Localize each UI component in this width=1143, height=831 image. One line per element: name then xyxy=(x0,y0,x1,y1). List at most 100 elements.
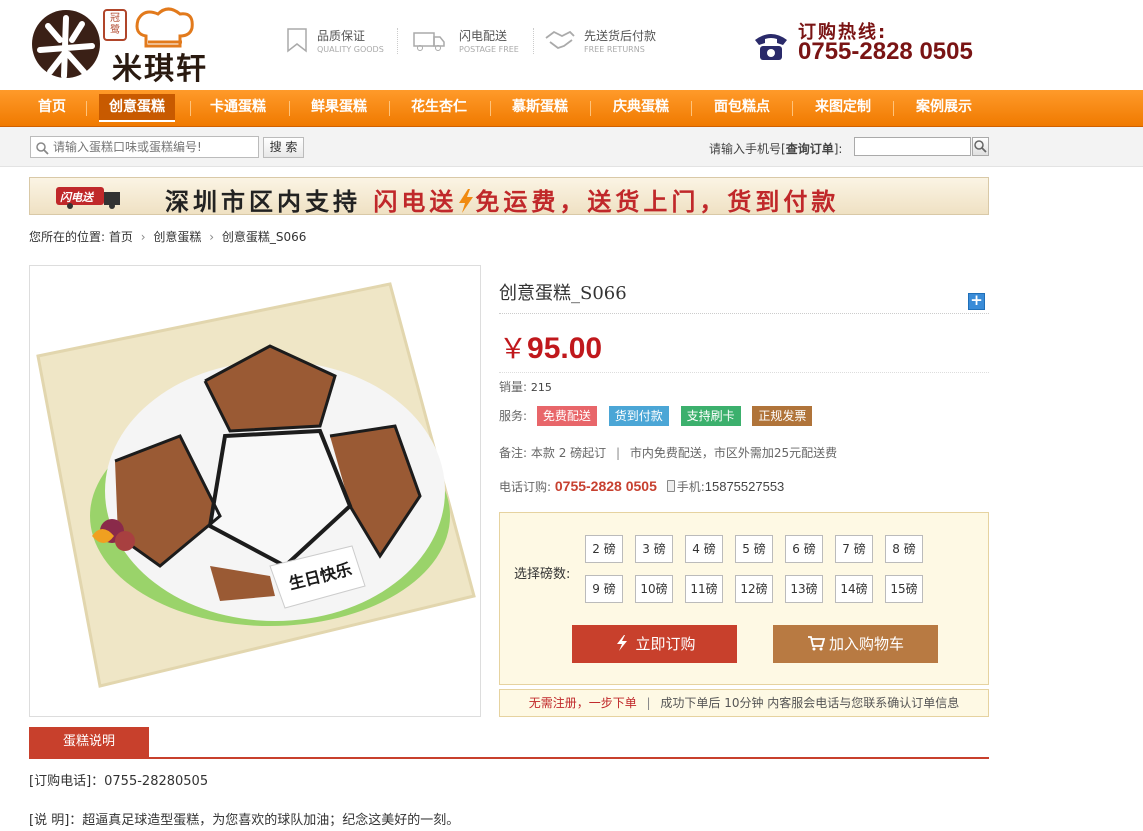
weight-option[interactable]: 6 磅 xyxy=(785,535,823,563)
buy-now-label: 立即订购 xyxy=(635,635,696,653)
feature-divider xyxy=(397,28,398,54)
weight-option[interactable]: 7 磅 xyxy=(835,535,873,563)
search-icon xyxy=(974,140,987,153)
order-search-button[interactable] xyxy=(972,137,989,156)
sales-value: 215 xyxy=(530,381,552,394)
feature-quality: 品质保证 QUALITY GOODS xyxy=(283,24,393,60)
nav-item-bread-pastry[interactable]: 面包糕点 xyxy=(701,90,783,126)
weight-option[interactable]: 4 磅 xyxy=(685,535,723,563)
nav-item-peanut-almond[interactable]: 花生杏仁 xyxy=(398,90,480,126)
mobile-value: 15875527553 xyxy=(704,479,785,494)
flash-delivery-logo: 闪电送 xyxy=(56,184,132,210)
nav-item-cases[interactable]: 案例展示 xyxy=(903,90,985,126)
search-box xyxy=(30,136,259,158)
sales-row: 销量: 215 xyxy=(499,378,552,395)
site-logo[interactable]: 冠鹭 米琪轩 xyxy=(30,6,235,87)
nav-divider xyxy=(490,101,491,116)
weight-option[interactable]: 8 磅 xyxy=(885,535,923,563)
weight-option[interactable]: 13磅 xyxy=(785,575,823,603)
order-phone-input[interactable] xyxy=(854,137,971,156)
weight-option[interactable]: 12磅 xyxy=(735,575,773,603)
chevron-right-icon: › xyxy=(140,230,146,244)
feature-subtitle: QUALITY GOODS xyxy=(317,45,384,54)
order-notice: 无需注册，一步下单 | 成功下单后 10分钟 内客服会电话与您联系确认订单信息 xyxy=(499,689,989,717)
site-header: 冠鹭 米琪轩 品质保证 QUALITY GOODS 闪电配送 POSTAGE F… xyxy=(0,0,1143,90)
mobile-label: 手机: xyxy=(676,480,705,494)
product-image[interactable]: 生日快乐 xyxy=(29,265,481,717)
buy-now-button[interactable]: 立即订购 xyxy=(572,625,737,663)
flash-delivery-logo-text: 闪电送 xyxy=(60,191,93,204)
delivery-banner[interactable]: 闪电送 深圳市区内支持 闪电送 免运费，送货上门，货到付款 xyxy=(29,177,989,216)
add-share-icon[interactable]: + xyxy=(968,293,985,310)
nav-divider xyxy=(590,101,591,116)
feature-delivery: 闪电配送 POSTAGE FREE xyxy=(413,24,523,60)
nav-divider xyxy=(190,101,191,116)
breadcrumb-current: 创意蛋糕_S066 xyxy=(221,230,307,244)
description-phone: [订购电话]：0755-28280505 xyxy=(29,774,209,789)
phone-row: 电话订购: 0755-2828 0505 手机:15875527553 xyxy=(499,478,784,495)
nav-divider xyxy=(289,101,290,116)
note-delivery: 市内免费配送，市区外需加25元配送费 xyxy=(629,446,838,460)
product-title: 创意蛋糕_S066 xyxy=(499,283,627,304)
nav-divider xyxy=(691,101,692,116)
hotline-number: 0755-2828 0505 xyxy=(798,38,973,65)
note-row: 备注: 本款 2 磅起订 | 市内免费配送，市区外需加25元配送费 xyxy=(499,444,837,461)
description-text: [说 明]：超逼真足球造型蛋糕，为您喜欢的球队加油；纪念这美好的一刻。 xyxy=(29,813,460,828)
service-badge-card: 支持刷卡 xyxy=(680,406,741,426)
bookmark-icon xyxy=(287,28,307,53)
nav-item-custom-photo[interactable]: 来图定制 xyxy=(802,90,884,126)
tab-cake-description[interactable]: 蛋糕说明 xyxy=(29,727,149,757)
notice-highlight: 无需注册，一步下单 xyxy=(528,696,637,710)
note-divider: | xyxy=(615,446,621,460)
weight-option[interactable]: 15磅 xyxy=(885,575,923,603)
feature-pay-after: 先送货后付款 FREE RETURNS xyxy=(544,24,674,60)
nav-divider xyxy=(389,101,390,116)
note-min-order: 本款 2 磅起订 xyxy=(530,446,607,460)
lightning-icon xyxy=(617,635,628,651)
mobile-phone-icon xyxy=(666,480,675,492)
weight-option[interactable]: 11磅 xyxy=(685,575,723,603)
note-label: 备注: xyxy=(499,446,528,460)
divider xyxy=(499,372,989,373)
lightning-icon xyxy=(459,189,474,213)
feature-title: 品质保证 xyxy=(317,29,366,43)
main-nav: 首页 创意蛋糕 卡通蛋糕 鲜果蛋糕 花生杏仁 慕斯蛋糕 庆典蛋糕 面包糕点 来图… xyxy=(0,90,1143,127)
nav-item-mousse-cake[interactable]: 慕斯蛋糕 xyxy=(499,90,581,126)
nav-item-home[interactable]: 首页 xyxy=(24,90,80,126)
weight-selector-box: 选择磅数: 2 磅 3 磅 4 磅 5 磅 6 磅 7 磅 8 磅 9 磅 10… xyxy=(499,512,989,685)
feature-divider xyxy=(533,28,534,54)
breadcrumb-category-link[interactable]: 创意蛋糕 xyxy=(153,230,201,244)
telephone-icon xyxy=(755,34,787,60)
search-button[interactable]: 搜 索 xyxy=(263,137,304,158)
nav-item-fruit-cake[interactable]: 鲜果蛋糕 xyxy=(298,90,380,126)
search-input[interactable] xyxy=(53,138,253,156)
order-query-label: 请输入手机号[查询订单]: xyxy=(709,142,843,156)
sales-label: 销量: xyxy=(499,380,528,394)
breadcrumb-home-link[interactable]: 首页 xyxy=(109,230,133,244)
nav-item-creative-cake[interactable]: 创意蛋糕 xyxy=(96,90,178,126)
phone-label: 电话订购: xyxy=(499,480,552,494)
feature-subtitle: POSTAGE FREE xyxy=(459,45,519,54)
nav-item-cartoon-cake[interactable]: 卡通蛋糕 xyxy=(197,90,279,126)
phone-value: 0755-2828 0505 xyxy=(554,478,657,494)
feature-subtitle: FREE RETURNS xyxy=(584,45,645,54)
weight-option[interactable]: 3 磅 xyxy=(635,535,673,563)
add-to-cart-button[interactable]: 加入购物车 xyxy=(773,625,938,663)
weight-option[interactable]: 9 磅 xyxy=(585,575,623,603)
cart-icon xyxy=(807,636,825,651)
service-label: 服务: xyxy=(499,409,528,423)
notice-divider: | xyxy=(646,696,651,710)
banner-text: 深圳市区内支持 闪电送 免运费，送货上门，货到付款 xyxy=(165,188,840,216)
weight-option[interactable]: 2 磅 xyxy=(585,535,623,563)
logo-wordmark: 米琪轩 xyxy=(112,52,208,87)
detail-tabbar: 蛋糕说明 xyxy=(29,727,989,759)
weight-option[interactable]: 5 磅 xyxy=(735,535,773,563)
service-row: 服务: 免费配送 货到付款 支持刷卡 正规发票 xyxy=(499,406,820,426)
nav-divider xyxy=(792,101,793,116)
weight-option[interactable]: 14磅 xyxy=(835,575,873,603)
breadcrumb-prefix: 您所在的位置: xyxy=(29,230,106,244)
feature-title: 先送货后付款 xyxy=(584,29,657,43)
nav-item-celebration-cake[interactable]: 庆典蛋糕 xyxy=(600,90,682,126)
weight-option[interactable]: 10磅 xyxy=(635,575,673,603)
add-to-cart-label: 加入购物车 xyxy=(828,635,904,653)
